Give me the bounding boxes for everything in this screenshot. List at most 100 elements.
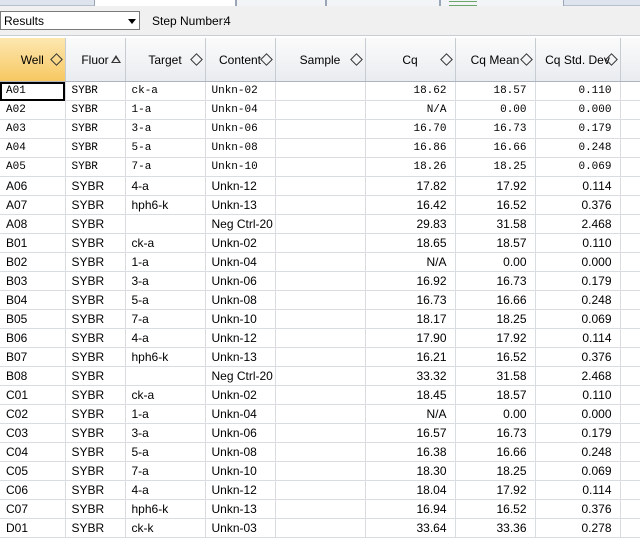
cell-well[interactable]: C02 bbox=[0, 404, 66, 424]
cell-target[interactable]: ck-a bbox=[125, 81, 206, 101]
cell-cq[interactable]: 18.04 bbox=[365, 480, 456, 500]
cell-fluor[interactable]: SYBR bbox=[65, 157, 126, 177]
cell-target[interactable]: 3-a bbox=[125, 423, 206, 443]
cell-target[interactable]: ck-k bbox=[125, 518, 206, 538]
cell-sample[interactable] bbox=[275, 157, 366, 177]
cell-cq-std-dev[interactable]: 0.069 bbox=[535, 461, 621, 481]
cell-well[interactable]: A08 bbox=[0, 214, 66, 234]
table-row[interactable]: B08 SYBR Neg Ctrl-20 33.32 31.58 2.468 bbox=[0, 366, 640, 386]
cell-sample[interactable] bbox=[275, 309, 366, 329]
cell-cq-std-dev[interactable]: 0.114 bbox=[535, 480, 621, 500]
cell-fluor[interactable]: SYBR bbox=[65, 81, 126, 101]
cell-content[interactable]: Unkn-13 bbox=[205, 195, 276, 215]
cell-sample[interactable] bbox=[275, 81, 366, 101]
cell-sample[interactable] bbox=[275, 385, 366, 405]
cell-cq-std-dev[interactable]: 0.179 bbox=[535, 271, 621, 291]
cell-cq-std-dev[interactable]: 0.248 bbox=[535, 138, 621, 158]
cell-content[interactable]: Unkn-04 bbox=[205, 404, 276, 424]
cell-target[interactable]: 3-a bbox=[125, 271, 206, 291]
cell-content[interactable]: Unkn-08 bbox=[205, 138, 276, 158]
cell-sample[interactable] bbox=[275, 176, 366, 196]
cell-well[interactable]: A03 bbox=[0, 119, 66, 139]
cell-fluor[interactable]: SYBR bbox=[65, 461, 126, 481]
cell-fluor[interactable]: SYBR bbox=[65, 328, 126, 348]
cell-sample[interactable] bbox=[275, 138, 366, 158]
table-row[interactable]: B02 SYBR 1-a Unkn-04 N/A 0.00 0.000 bbox=[0, 252, 640, 272]
column-header-cq-std-dev[interactable]: Cq Std. Dev bbox=[535, 38, 621, 82]
cell-content[interactable]: Unkn-03 bbox=[205, 518, 276, 538]
cell-cq[interactable]: 18.62 bbox=[365, 81, 456, 101]
cell-target[interactable]: hph6-k bbox=[125, 499, 206, 519]
cell-sample[interactable] bbox=[275, 195, 366, 215]
cell-well[interactable]: B08 bbox=[0, 366, 66, 386]
table-row[interactable]: B01 SYBR ck-a Unkn-02 18.65 18.57 0.110 bbox=[0, 233, 640, 253]
cell-cq-std-dev[interactable]: 0.069 bbox=[535, 309, 621, 329]
cell-target[interactable]: 7-a bbox=[125, 461, 206, 481]
cell-cq-std-dev[interactable]: 0.114 bbox=[535, 176, 621, 196]
column-header-cq[interactable]: Cq bbox=[365, 38, 456, 82]
cell-sample[interactable] bbox=[275, 290, 366, 310]
table-row[interactable]: B05 SYBR 7-a Unkn-10 18.17 18.25 0.069 bbox=[0, 309, 640, 329]
table-row[interactable]: C05 SYBR 7-a Unkn-10 18.30 18.25 0.069 bbox=[0, 461, 640, 481]
cell-sample[interactable] bbox=[275, 271, 366, 291]
cell-fluor[interactable]: SYBR bbox=[65, 499, 126, 519]
chevron-down-icon[interactable] bbox=[124, 12, 139, 29]
cell-fluor[interactable]: SYBR bbox=[65, 176, 126, 196]
cell-cq-std-dev[interactable]: 0.376 bbox=[535, 499, 621, 519]
cell-cq-std-dev[interactable]: 0.179 bbox=[535, 423, 621, 443]
cell-sample[interactable] bbox=[275, 328, 366, 348]
cell-cq[interactable]: N/A bbox=[365, 100, 456, 120]
table-row[interactable]: A07 SYBR hph6-k Unkn-13 16.42 16.52 0.376 bbox=[0, 195, 640, 215]
cell-cq[interactable]: 18.65 bbox=[365, 233, 456, 253]
cell-cq[interactable]: 29.83 bbox=[365, 214, 456, 234]
cell-cq-mean[interactable]: 16.66 bbox=[455, 138, 536, 158]
table-row[interactable]: A02 SYBR 1-a Unkn-04 N/A 0.00 0.000 bbox=[0, 100, 640, 120]
cell-cq[interactable]: 33.64 bbox=[365, 518, 456, 538]
cell-target[interactable] bbox=[125, 366, 206, 386]
table-row[interactable]: B07 SYBR hph6-k Unkn-13 16.21 16.52 0.376 bbox=[0, 347, 640, 367]
cell-fluor[interactable]: SYBR bbox=[65, 290, 126, 310]
cell-well[interactable]: C05 bbox=[0, 461, 66, 481]
cell-cq-mean[interactable]: 16.66 bbox=[455, 290, 536, 310]
cell-sample[interactable] bbox=[275, 214, 366, 234]
table-row[interactable]: D01 SYBR ck-k Unkn-03 33.64 33.36 0.278 bbox=[0, 518, 640, 538]
cell-cq-mean[interactable]: 31.58 bbox=[455, 366, 536, 386]
cell-cq[interactable]: 16.42 bbox=[365, 195, 456, 215]
cell-cq[interactable]: 16.70 bbox=[365, 119, 456, 139]
cell-cq-std-dev[interactable]: 0.376 bbox=[535, 347, 621, 367]
cell-fluor[interactable]: SYBR bbox=[65, 366, 126, 386]
cell-target[interactable]: hph6-k bbox=[125, 195, 206, 215]
view-dropdown[interactable]: Results bbox=[0, 11, 140, 30]
cell-content[interactable]: Unkn-06 bbox=[205, 119, 276, 139]
cell-well[interactable]: D01 bbox=[0, 518, 66, 538]
cell-sample[interactable] bbox=[275, 499, 366, 519]
cell-target[interactable]: 7-a bbox=[125, 157, 206, 177]
cell-target[interactable]: 5-a bbox=[125, 442, 206, 462]
cell-target[interactable]: ck-a bbox=[125, 385, 206, 405]
cell-cq-mean[interactable]: 16.73 bbox=[455, 119, 536, 139]
cell-cq[interactable]: 18.26 bbox=[365, 157, 456, 177]
cell-sample[interactable] bbox=[275, 480, 366, 500]
table-row[interactable]: C03 SYBR 3-a Unkn-06 16.57 16.73 0.179 bbox=[0, 423, 640, 443]
cell-well[interactable]: B05 bbox=[0, 309, 66, 329]
table-row[interactable]: A05 SYBR 7-a Unkn-10 18.26 18.25 0.069 bbox=[0, 157, 640, 177]
cell-content[interactable]: Unkn-12 bbox=[205, 328, 276, 348]
cell-cq-std-dev[interactable]: 0.248 bbox=[535, 442, 621, 462]
cell-target[interactable]: 4-a bbox=[125, 480, 206, 500]
cell-well[interactable]: C04 bbox=[0, 442, 66, 462]
cell-fluor[interactable]: SYBR bbox=[65, 214, 126, 234]
cell-sample[interactable] bbox=[275, 347, 366, 367]
table-row[interactable]: B03 SYBR 3-a Unkn-06 16.92 16.73 0.179 bbox=[0, 271, 640, 291]
cell-sample[interactable] bbox=[275, 442, 366, 462]
cell-sample[interactable] bbox=[275, 404, 366, 424]
cell-fluor[interactable]: SYBR bbox=[65, 480, 126, 500]
cell-target[interactable]: ck-a bbox=[125, 233, 206, 253]
cell-cq[interactable]: 18.30 bbox=[365, 461, 456, 481]
cell-cq-mean[interactable]: 16.73 bbox=[455, 423, 536, 443]
cell-cq[interactable]: 16.92 bbox=[365, 271, 456, 291]
table-row[interactable]: C01 SYBR ck-a Unkn-02 18.45 18.57 0.110 bbox=[0, 385, 640, 405]
cell-cq[interactable]: 17.82 bbox=[365, 176, 456, 196]
cell-content[interactable]: Unkn-02 bbox=[205, 233, 276, 253]
cell-cq-mean[interactable]: 17.92 bbox=[455, 328, 536, 348]
cell-content[interactable]: Unkn-02 bbox=[205, 385, 276, 405]
